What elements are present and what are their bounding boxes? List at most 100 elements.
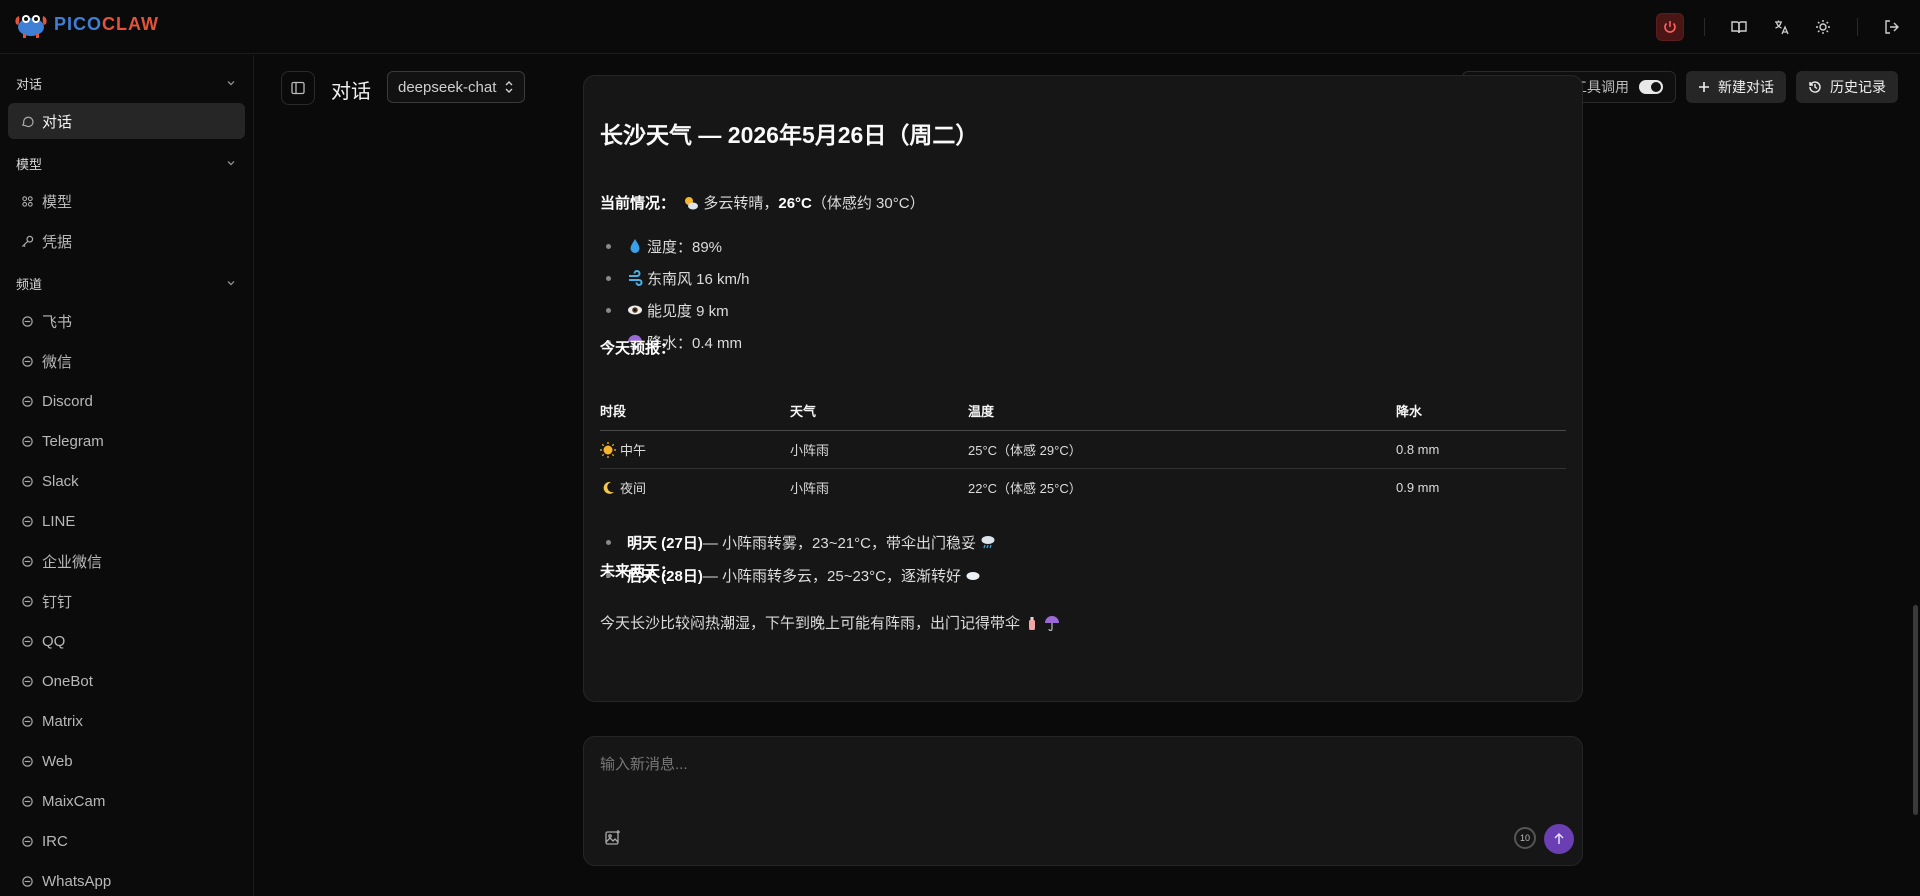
chevron-updown-icon	[505, 81, 513, 93]
new-chat-button[interactable]: 新建对话	[1686, 71, 1786, 103]
sidebar-item[interactable]: OneBot	[8, 663, 245, 699]
send-button[interactable]	[1544, 824, 1574, 854]
logout-button[interactable]	[1878, 13, 1906, 41]
top-bar: PICOCLAW	[0, 0, 1920, 54]
attach-image-icon[interactable]	[604, 829, 622, 847]
sidebar-item[interactable]: MaixCam	[8, 783, 245, 819]
sidebar-item[interactable]: Slack	[8, 463, 245, 499]
line-icon	[20, 514, 34, 528]
sidebar-item[interactable]: 微信	[8, 343, 245, 379]
sidebar-item-label: Matrix	[42, 712, 83, 730]
list-item: 东南风 16 km/h	[606, 268, 750, 289]
table-header: 天气	[790, 392, 968, 431]
model-select[interactable]: deepseek-chat	[387, 71, 526, 103]
list-item: 湿度：89%	[606, 236, 722, 257]
whatsapp-icon	[20, 874, 34, 888]
table-header: 降水	[1396, 392, 1566, 431]
sidebar-item[interactable]: 对话	[8, 103, 245, 139]
closing-text: 今天长沙比较闷热潮湿，下午到晚上可能有阵雨，出门记得带伞	[600, 612, 1064, 633]
wecom-icon	[20, 554, 34, 568]
sidebar-section-header[interactable]: 对话	[8, 63, 245, 103]
new-chat-label: 新建对话	[1718, 79, 1774, 95]
partly-sunny-icon	[685, 197, 699, 210]
sidebar-section-header[interactable]: 频道	[8, 263, 245, 303]
language-button[interactable]	[1767, 13, 1795, 41]
scrollbar[interactable]	[1912, 55, 1920, 896]
sidebar-item[interactable]: WhatsApp	[8, 863, 245, 896]
onebot-icon	[20, 674, 34, 688]
sidebar-item[interactable]: Web	[8, 743, 245, 779]
sun-icon	[1816, 20, 1830, 34]
sidebar-item-label: 飞书	[42, 313, 73, 331]
sidebar-item[interactable]: QQ	[8, 623, 245, 659]
rain-cell: 0.8 mm	[1396, 430, 1566, 469]
sidebar-item[interactable]: 企业微信	[8, 543, 245, 579]
main-panel: 对话 deepseek-chat 展示思考过程与工具调用 新建对话 历史记录	[255, 55, 1920, 896]
theme-button[interactable]	[1809, 13, 1837, 41]
message-composer: 10	[583, 736, 1583, 866]
chevron-down-icon	[227, 81, 235, 86]
sidebar-item[interactable]: IRC	[8, 823, 245, 859]
table-header: 时段	[600, 392, 790, 431]
model-select-value: deepseek-chat	[398, 78, 497, 96]
sidebar-item[interactable]: Telegram	[8, 423, 245, 459]
sidebar-item-label: Web	[42, 752, 73, 770]
weather-cell: 小阵雨	[790, 480, 830, 496]
assistant-message: 长沙天气 — 2026年5月26日（周二） 当前情况： 多云转晴，26°C（体感…	[583, 75, 1583, 702]
logo[interactable]: PICOCLAW	[14, 10, 159, 38]
logo-text: PICOCLAW	[54, 13, 160, 34]
telegram-icon	[20, 434, 34, 448]
history-button[interactable]: 历史记录	[1796, 71, 1898, 103]
sidebar-item[interactable]: 模型	[8, 183, 245, 219]
forecast-table: 时段 天气 温度 降水 中午 小阵雨 25°C（体感 29°C） 0.8 mm 夜间 小阵…	[600, 392, 1566, 506]
context-usage-indicator[interactable]: 10	[1514, 827, 1536, 849]
docs-button[interactable]	[1725, 13, 1753, 41]
cloud-icon	[965, 567, 985, 584]
logo-icon	[15, 15, 47, 38]
plus-icon	[1699, 82, 1709, 92]
list-item: 明天 (27日) — 小阵雨转雾，23~21°C，带伞出门稳妥	[606, 532, 1000, 553]
moon-icon	[600, 481, 620, 496]
sidebar-item[interactable]: 钉钉	[8, 583, 245, 619]
web-icon	[20, 754, 34, 768]
rain-cloud-icon	[980, 534, 1000, 551]
sidebar-item-label: 微信	[42, 353, 73, 371]
sidebar-item[interactable]: 飞书	[8, 303, 245, 339]
scrollbar-thumb[interactable]	[1913, 605, 1918, 815]
toggle-switch[interactable]	[1639, 80, 1663, 94]
list-item-text: 东南风 16 km/h	[647, 271, 750, 288]
dingtalk-icon	[20, 594, 34, 608]
sidebar-item-label: MaixCam	[42, 792, 106, 810]
sidebar-section-header[interactable]: 模型	[8, 143, 245, 183]
sidebar-item[interactable]: Matrix	[8, 703, 245, 739]
arrow-up-icon	[1554, 833, 1564, 844]
message-input[interactable]	[600, 753, 1560, 803]
history-icon	[1809, 81, 1821, 93]
logout-icon	[1885, 20, 1899, 34]
sidebar-item[interactable]: 凭据	[8, 223, 245, 259]
sidebar-toggle-button[interactable]	[281, 71, 315, 105]
sidebar-item-label: 模型	[42, 193, 73, 211]
sidebar-item-label: WhatsApp	[42, 872, 112, 890]
irc-icon	[20, 834, 34, 848]
discord-icon	[20, 394, 34, 408]
umbrella-icon	[1045, 616, 1060, 631]
feishu-icon	[20, 314, 34, 328]
chat-icon	[20, 114, 34, 128]
camera-icon	[20, 794, 34, 808]
sidebar: 对话 对话 模型 模型 凭据 频道 飞书 微信 Discord Telegram Slack LINE…	[0, 55, 254, 896]
today-forecast-label: 今天预报：	[600, 340, 676, 357]
power-button[interactable]	[1656, 13, 1684, 41]
weather-cell: 小阵雨	[790, 430, 968, 469]
translate-icon	[1775, 20, 1789, 35]
sidebar-item-label: Telegram	[42, 432, 104, 450]
sidebar-item[interactable]: LINE	[8, 503, 245, 539]
list-item-text: 湿度：89%	[647, 239, 723, 256]
bottle-icon	[1029, 617, 1036, 630]
temp-cell: 22°C（体感 25°C）	[968, 480, 1082, 496]
sidebar-item[interactable]: Discord	[8, 383, 245, 419]
sidebar-item-label: 企业微信	[42, 553, 103, 571]
rain-cell: 0.9 mm	[1396, 479, 1440, 495]
sidebar-item-label: Discord	[42, 392, 93, 410]
table-row: 夜间 小阵雨 22°C（体感 25°C） 0.9 mm	[600, 468, 1566, 506]
